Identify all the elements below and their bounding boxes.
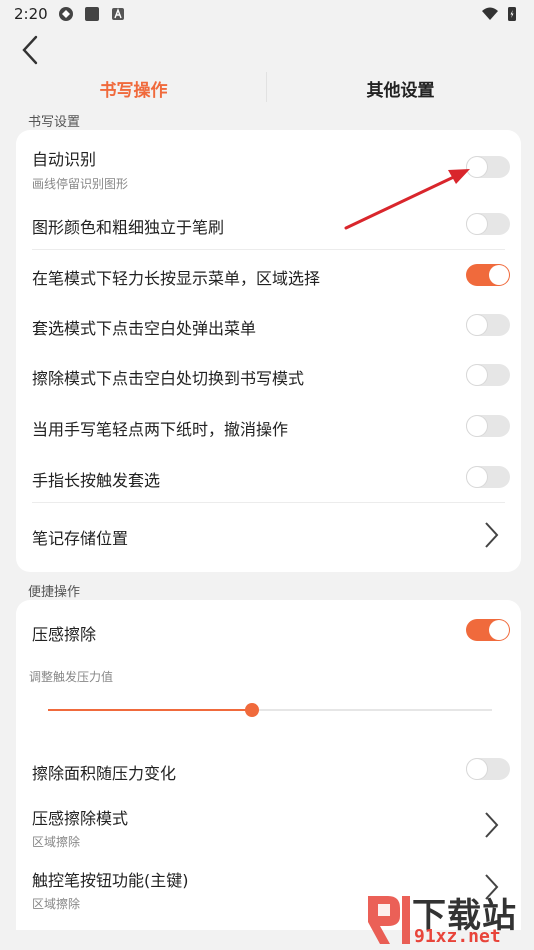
setting-eraser-tap-switch[interactable]: 擦除模式下点击空白处切换到书写模式	[16, 350, 521, 401]
shortcut-settings-card: 压感擦除 调整触发压力值 擦除面积随压力变化 压感擦除模式 区域擦除 触控笔按钮…	[16, 600, 521, 930]
chevron-left-icon	[22, 35, 38, 65]
toggle-knob	[467, 416, 487, 436]
battery-icon	[508, 7, 516, 21]
slider-label: 调整触发压力值	[29, 670, 114, 684]
header: 书写操作 其他设置	[0, 28, 534, 108]
status-bar: 2:20	[0, 0, 534, 28]
setting-label: 笔记存储位置	[32, 529, 129, 548]
section-title-shortcuts: 便捷操作	[28, 585, 81, 600]
setting-area-by-pressure[interactable]: 擦除面积随压力变化	[16, 745, 521, 795]
setting-note-storage-location[interactable]: 笔记存储位置	[16, 503, 521, 569]
toggle-switch[interactable]	[466, 619, 510, 641]
back-button[interactable]	[14, 34, 46, 66]
toggle-switch[interactable]	[466, 415, 510, 437]
toggle-knob	[467, 315, 487, 335]
watermark-91-icon	[368, 896, 410, 944]
toggle-knob	[467, 467, 487, 487]
setting-label: 压感擦除	[32, 625, 97, 644]
slider-fill	[48, 709, 253, 711]
pressure-slider[interactable]	[48, 703, 492, 717]
setting-pressure-erase-mode[interactable]: 压感擦除模式 区域擦除	[16, 795, 521, 855]
tab-divider	[266, 72, 267, 102]
setting-pen-long-press-menu[interactable]: 在笔模式下轻力长按显示菜单，区域选择	[16, 250, 521, 300]
setting-label: 套选模式下点击空白处弹出菜单	[32, 319, 257, 338]
a-notification-icon	[111, 8, 124, 20]
watermark-url: 91xz.net	[414, 926, 501, 947]
setting-label: 在笔模式下轻力长按显示菜单，区域选择	[32, 269, 321, 288]
setting-finger-long-press-lasso[interactable]: 手指长按触发套选	[16, 451, 521, 502]
setting-sublabel: 区域擦除	[32, 897, 81, 911]
setting-label: 压感擦除模式	[32, 809, 129, 828]
chevron-right-icon	[485, 812, 499, 838]
toggle-switch[interactable]	[466, 364, 510, 386]
watermark-logo: 下载站 91xz.net	[360, 886, 534, 950]
chevron-right-icon	[485, 522, 499, 548]
toggle-switch[interactable]	[466, 264, 510, 286]
setting-pressure-erase[interactable]: 压感擦除	[16, 600, 521, 660]
toggle-knob	[489, 265, 509, 285]
app-notification-icon	[58, 7, 73, 21]
toggle-switch[interactable]	[466, 314, 510, 336]
toggle-knob	[489, 620, 509, 640]
toggle-switch[interactable]	[466, 758, 510, 780]
toggle-knob	[467, 759, 487, 779]
setting-lasso-tap-menu[interactable]: 套选模式下点击空白处弹出菜单	[16, 300, 521, 350]
wifi-icon	[482, 7, 498, 20]
setting-label: 图形颜色和粗细独立于笔刷	[32, 218, 225, 237]
setting-label: 擦除面积随压力变化	[32, 764, 177, 783]
setting-double-tap-undo[interactable]: 当用手写笔轻点两下纸时，撤消操作	[16, 401, 521, 451]
tab-writing[interactable]: 书写操作	[0, 72, 267, 104]
section-title-writing: 书写设置	[28, 115, 81, 130]
setting-label: 自动识别	[32, 150, 97, 169]
toggle-switch[interactable]	[466, 466, 510, 488]
toggle-knob	[467, 365, 487, 385]
slider-thumb[interactable]	[245, 703, 260, 717]
setting-label: 当用手写笔轻点两下纸时，撤消操作	[32, 420, 289, 439]
setting-sublabel: 画线停留识别图形	[32, 177, 129, 191]
tab-bar: 书写操作 其他设置	[0, 72, 534, 104]
setting-label: 擦除模式下点击空白处切换到书写模式	[32, 369, 305, 388]
annotation-arrow-icon	[344, 169, 470, 230]
square-notification-icon	[84, 7, 99, 21]
setting-label: 手指长按触发套选	[32, 471, 161, 490]
setting-sublabel: 区域擦除	[32, 835, 81, 849]
tab-other-settings[interactable]: 其他设置	[267, 72, 534, 104]
setting-label: 触控笔按钮功能(主键)	[32, 871, 189, 890]
status-time: 2:20	[14, 5, 48, 23]
